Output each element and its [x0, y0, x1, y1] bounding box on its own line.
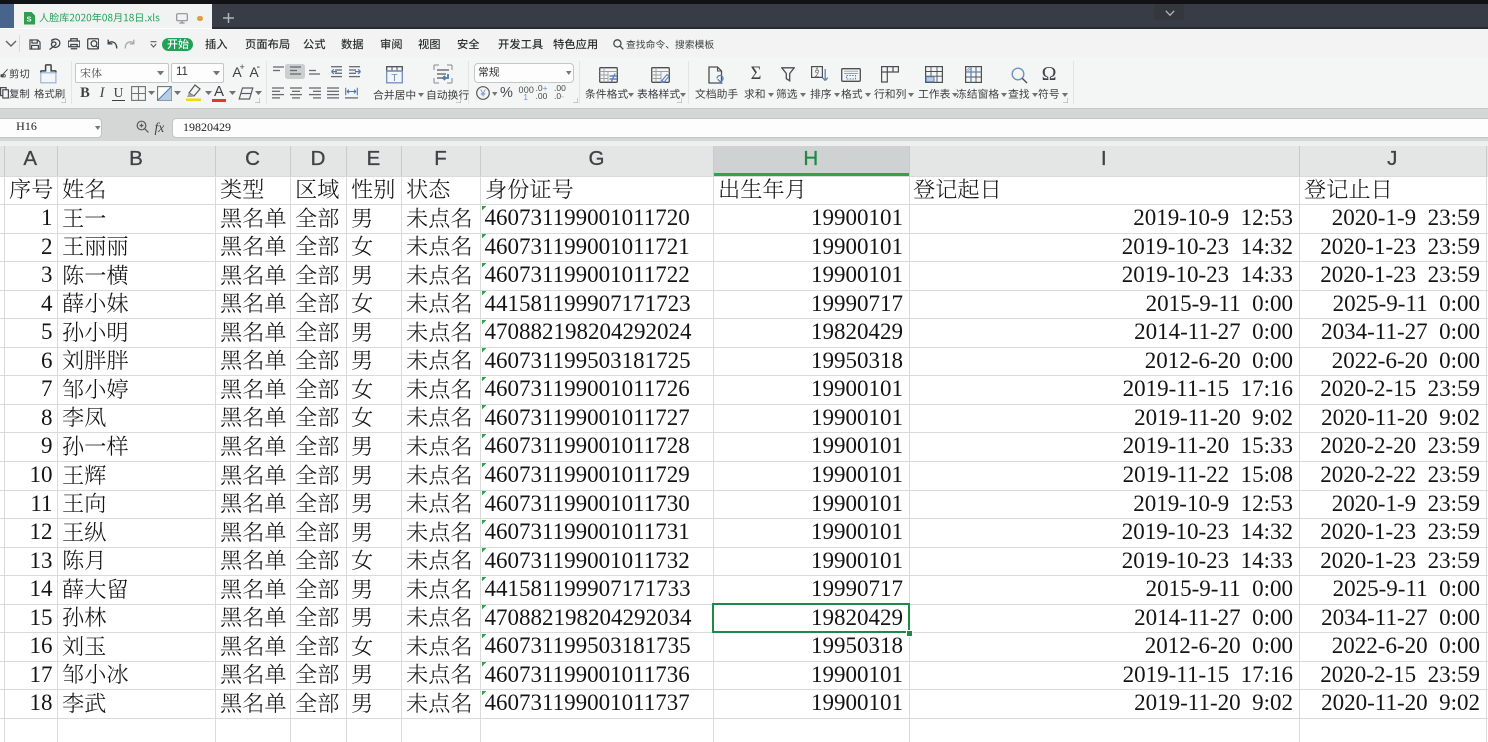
svg-text:¥: ¥: [479, 88, 486, 99]
svg-text:Z: Z: [815, 72, 819, 79]
svg-text:T: T: [392, 72, 399, 84]
svg-text:S: S: [26, 15, 31, 24]
